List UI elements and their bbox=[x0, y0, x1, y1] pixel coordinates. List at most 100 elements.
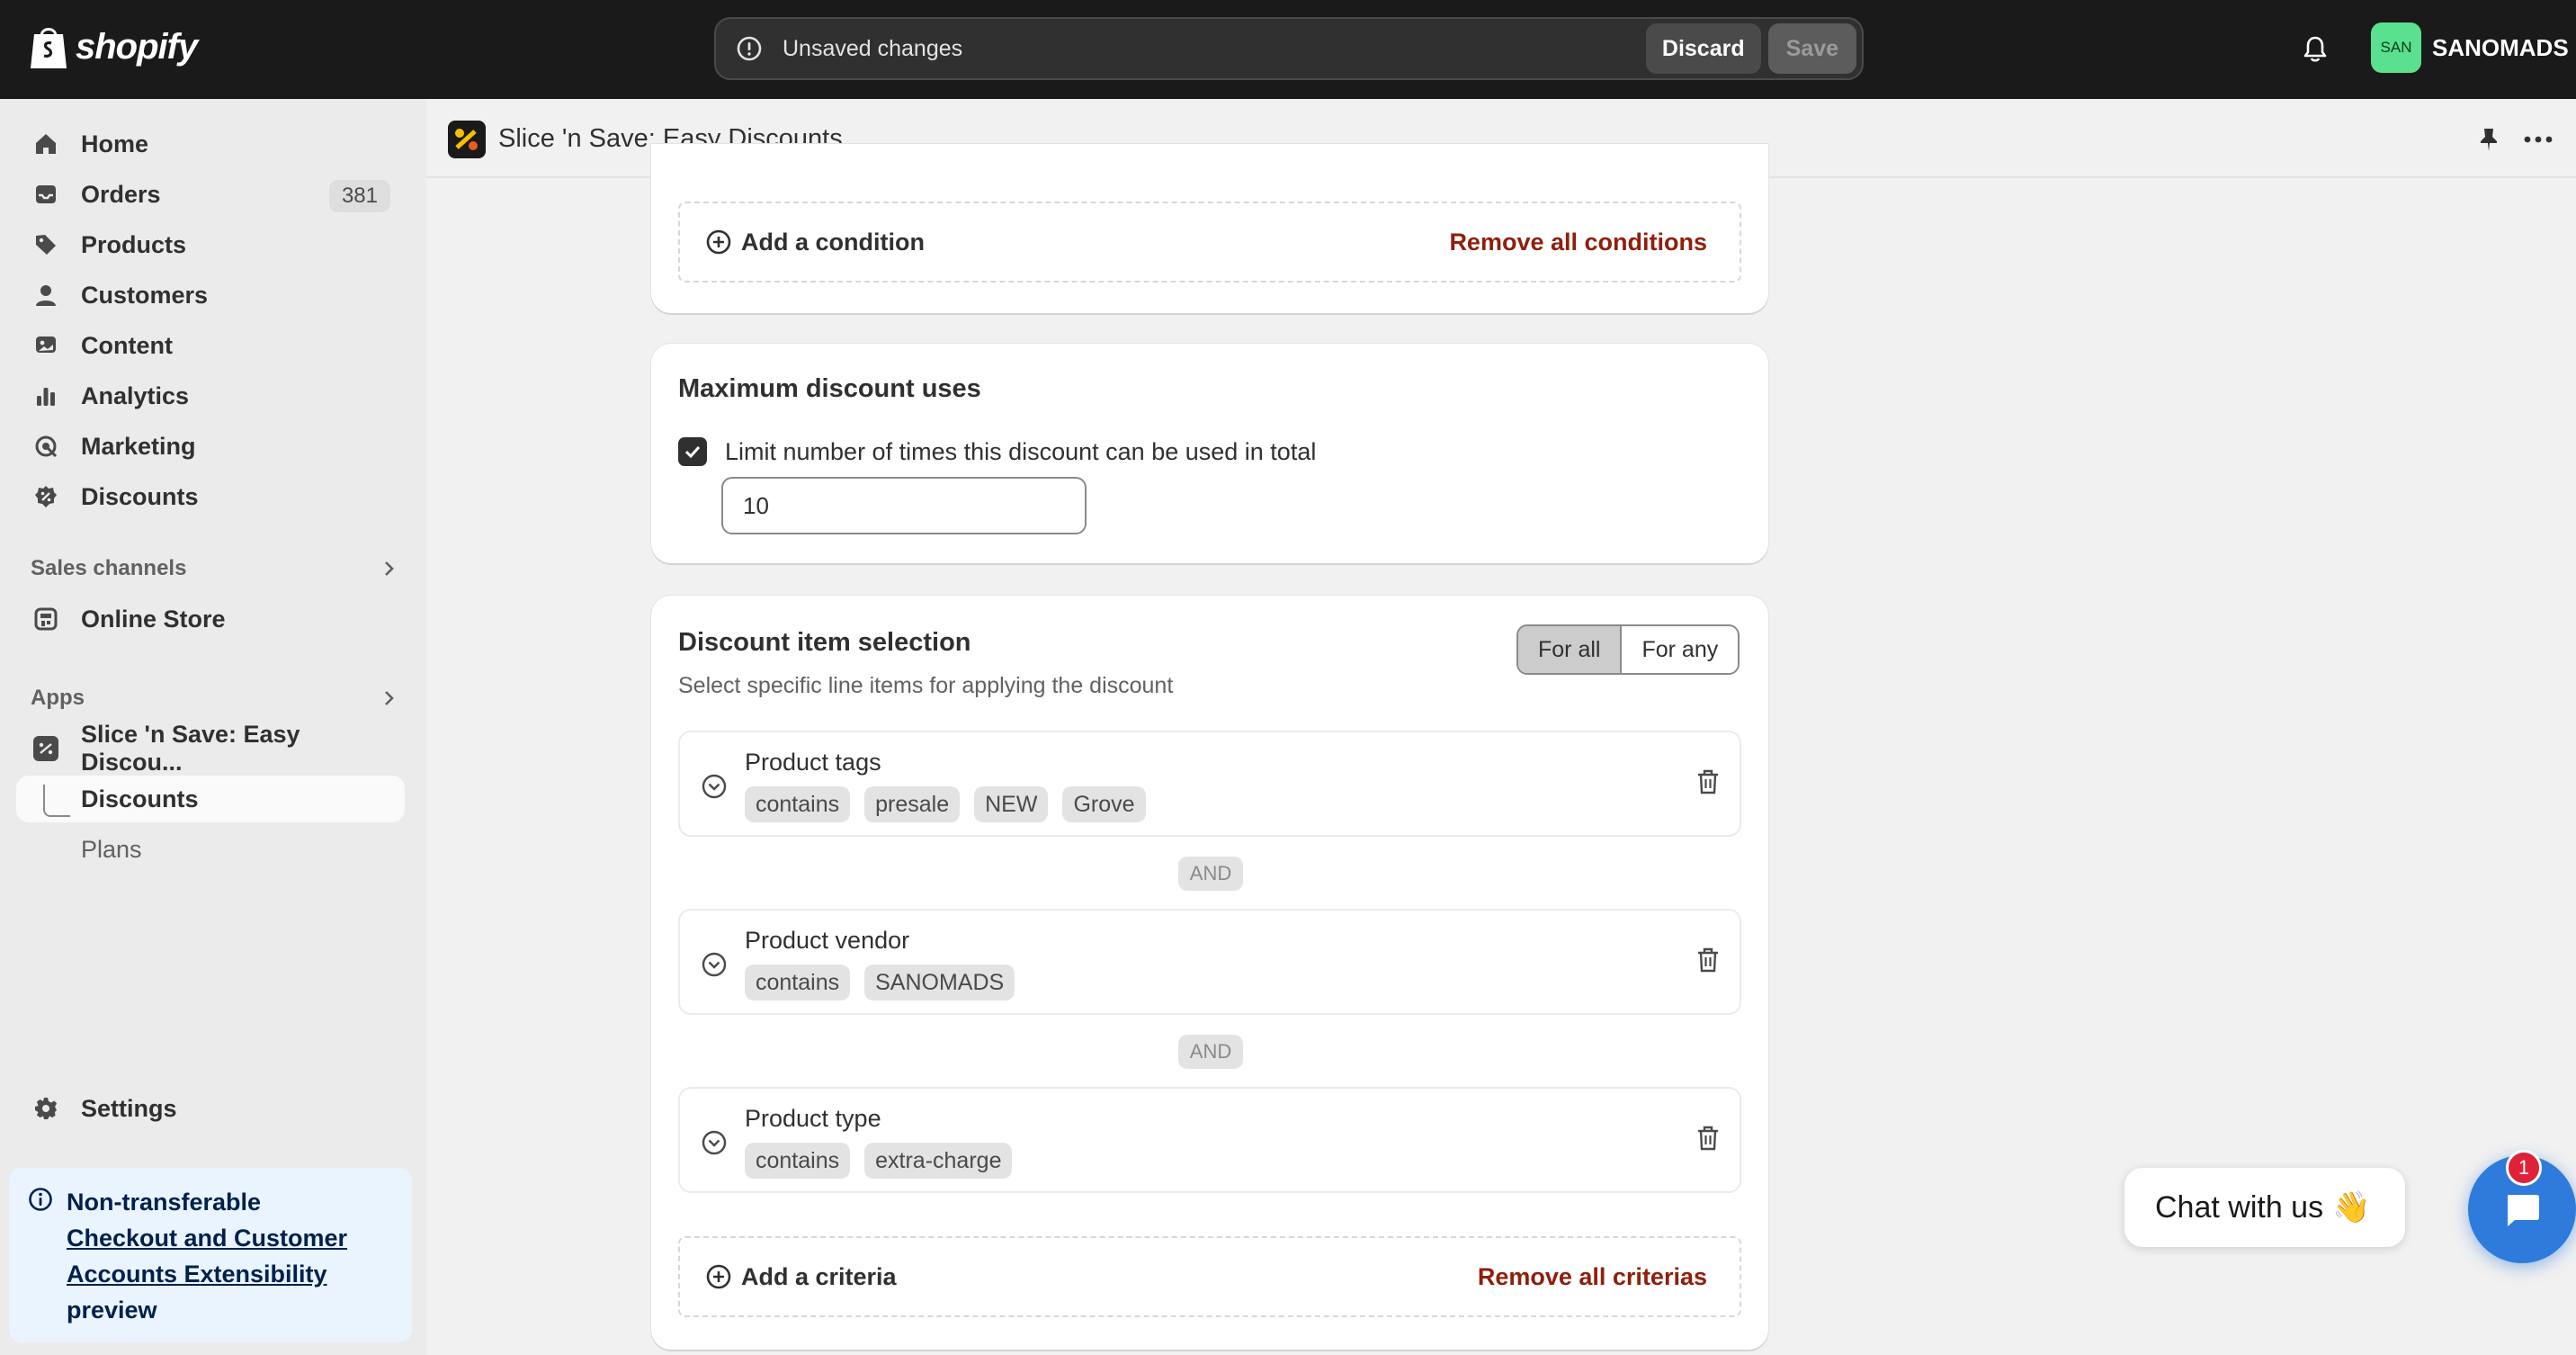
tag: SANOMADS bbox=[864, 965, 1015, 1001]
sidebar-item-marketing[interactable]: Marketing bbox=[16, 423, 405, 470]
info-icon bbox=[29, 1188, 52, 1211]
home-icon bbox=[32, 130, 59, 157]
shopify-bag-icon bbox=[31, 28, 67, 68]
card-subtitle: Select specific line items for applying … bbox=[678, 673, 1174, 698]
criterion-tags: contains presale NEW Grove bbox=[745, 786, 1146, 822]
sidebar-item-label: Marketing bbox=[81, 432, 196, 460]
chat-icon bbox=[2508, 1195, 2539, 1226]
tag-icon bbox=[32, 231, 59, 258]
sales-channels-header[interactable]: Sales channels bbox=[31, 551, 399, 587]
more-options-icon[interactable] bbox=[2522, 126, 2554, 153]
gear-icon bbox=[32, 1095, 59, 1122]
remove-all-conditions-button[interactable]: Remove all conditions bbox=[1449, 229, 1707, 256]
notice-line: preview bbox=[67, 1297, 157, 1324]
usage-limit-input[interactable] bbox=[721, 477, 1087, 534]
tag: contains bbox=[745, 965, 851, 1001]
criterion-tags: contains extra-charge bbox=[745, 1143, 1013, 1179]
sidebar-item-label: Settings bbox=[81, 1094, 177, 1122]
limit-uses-checkbox[interactable] bbox=[678, 437, 707, 466]
orders-count-badge: 381 bbox=[328, 180, 390, 212]
unsaved-changes-text: Unsaved changes bbox=[783, 35, 963, 61]
sidebar-subitem-discounts[interactable]: Discounts bbox=[16, 776, 405, 822]
sidebar-item-label: Content bbox=[81, 331, 173, 359]
remove-all-criterias-button[interactable]: Remove all criterias bbox=[1478, 1263, 1707, 1291]
logo-text: shopify bbox=[76, 26, 198, 67]
save-button[interactable]: Save bbox=[1767, 23, 1856, 74]
target-icon bbox=[32, 433, 59, 460]
sidebar-item-label: Plans bbox=[81, 835, 142, 863]
match-mode-toggle: For all For any bbox=[1516, 624, 1740, 675]
plus-circle-icon bbox=[706, 1264, 731, 1289]
chevron-down-circle-icon[interactable] bbox=[700, 772, 729, 801]
sidebar-item-orders[interactable]: Orders 381 bbox=[16, 171, 405, 218]
store-name: SANOMADS bbox=[2432, 33, 2569, 61]
pin-icon[interactable] bbox=[2475, 126, 2502, 153]
tag: Grove bbox=[1062, 786, 1146, 822]
criterion-name: Product vendor bbox=[745, 927, 910, 954]
apps-header[interactable]: Apps bbox=[31, 680, 399, 716]
sidebar-item-analytics[interactable]: Analytics bbox=[16, 372, 405, 419]
tag: presale bbox=[864, 786, 961, 822]
sidebar-item-label: Slice 'n Save: Easy Discou... bbox=[81, 721, 300, 776]
maximum-discount-uses-card: Maximum discount uses Limit number of ti… bbox=[651, 344, 1768, 563]
limit-uses-row: Limit number of times this discount can … bbox=[678, 437, 1316, 466]
subnav-branch-line bbox=[43, 785, 70, 817]
trash-icon[interactable] bbox=[1693, 767, 1723, 797]
sidebar-item-products[interactable]: Products bbox=[16, 221, 405, 268]
add-criteria-button[interactable]: Add a criteria bbox=[705, 1263, 897, 1291]
store-icon bbox=[32, 606, 59, 633]
criteria-actions: Add a criteria Remove all criterias bbox=[678, 1236, 1741, 1317]
and-separator: AND bbox=[1178, 1035, 1243, 1069]
sidebar-item-content[interactable]: Content bbox=[16, 322, 405, 369]
top-bar: shopify Unsaved changes Discard Save SAN… bbox=[0, 0, 2576, 99]
sidebar-item-customers[interactable]: Customers bbox=[16, 272, 405, 319]
sidebar-item-online-store[interactable]: Online Store bbox=[16, 596, 405, 642]
bell-icon[interactable] bbox=[2299, 32, 2331, 65]
limit-uses-label: Limit number of times this discount can … bbox=[725, 437, 1317, 465]
waving-hand-icon: 👋 bbox=[2332, 1190, 2371, 1225]
add-condition-label: Add a condition bbox=[741, 228, 925, 256]
and-separator: AND bbox=[1178, 857, 1243, 891]
sidebar-item-label: Orders bbox=[81, 180, 161, 208]
conditions-actions: Add a condition Remove all conditions bbox=[678, 202, 1741, 283]
app-logo bbox=[448, 121, 486, 158]
notice-line: Non-transferable bbox=[67, 1189, 262, 1216]
chevron-right-icon bbox=[385, 561, 394, 576]
discount-item-selection-card: Discount item selection Select specific … bbox=[651, 596, 1768, 1350]
criterion-name: Product tags bbox=[745, 749, 881, 776]
for-any-option[interactable]: For any bbox=[1622, 626, 1738, 673]
apps-label: Apps bbox=[31, 686, 85, 710]
sidebar-item-home[interactable]: Home bbox=[16, 121, 405, 167]
trash-icon[interactable] bbox=[1693, 945, 1723, 975]
unsaved-changes-bar: Unsaved changes Discard Save bbox=[714, 17, 1864, 80]
tag: NEW bbox=[974, 786, 1049, 822]
trash-icon[interactable] bbox=[1693, 1123, 1723, 1153]
sidebar-item-label: Discounts bbox=[81, 482, 199, 510]
for-all-option[interactable]: For all bbox=[1518, 626, 1623, 673]
preview-notice: Non-transferable Checkout and Customer A… bbox=[9, 1168, 412, 1342]
add-condition-button[interactable]: Add a condition bbox=[705, 229, 925, 256]
bar-chart-icon bbox=[32, 382, 59, 409]
conditions-card: Add a condition Remove all conditions bbox=[651, 144, 1768, 313]
sidebar-item-settings[interactable]: Settings bbox=[16, 1085, 405, 1132]
sidebar-item-app[interactable]: Slice 'n Save: Easy Discou... bbox=[16, 721, 405, 776]
sidebar-item-discounts[interactable]: Discounts bbox=[16, 473, 405, 520]
chat-with-us-bubble[interactable]: Chat with us 👋 bbox=[2124, 1168, 2405, 1247]
app-icon bbox=[32, 735, 59, 762]
notice-link[interactable]: Checkout and Customer Accounts Extensibi… bbox=[67, 1225, 347, 1288]
discard-button[interactable]: Discard bbox=[1645, 23, 1761, 74]
chat-label: Chat with us bbox=[2155, 1189, 2324, 1225]
criterion-tags: contains SANOMADS bbox=[745, 965, 1015, 1001]
sidebar-nav: Home Orders 381 Products Customers Conte… bbox=[0, 99, 426, 1355]
avatar: SAN bbox=[2371, 22, 2421, 73]
sales-channels-label: Sales channels bbox=[31, 556, 187, 580]
alert-circle-icon bbox=[737, 36, 762, 61]
tag: contains bbox=[745, 1143, 851, 1179]
card-title: Maximum discount uses bbox=[678, 374, 981, 403]
sidebar-subitem-plans[interactable]: Plans bbox=[16, 826, 405, 873]
chevron-down-circle-icon[interactable] bbox=[700, 1128, 729, 1157]
user-menu[interactable]: SAN SANOMADS bbox=[2371, 22, 2569, 73]
chevron-down-circle-icon[interactable] bbox=[700, 950, 729, 979]
shopify-logo[interactable]: shopify bbox=[29, 23, 198, 70]
sidebar-item-label: Home bbox=[81, 130, 149, 157]
